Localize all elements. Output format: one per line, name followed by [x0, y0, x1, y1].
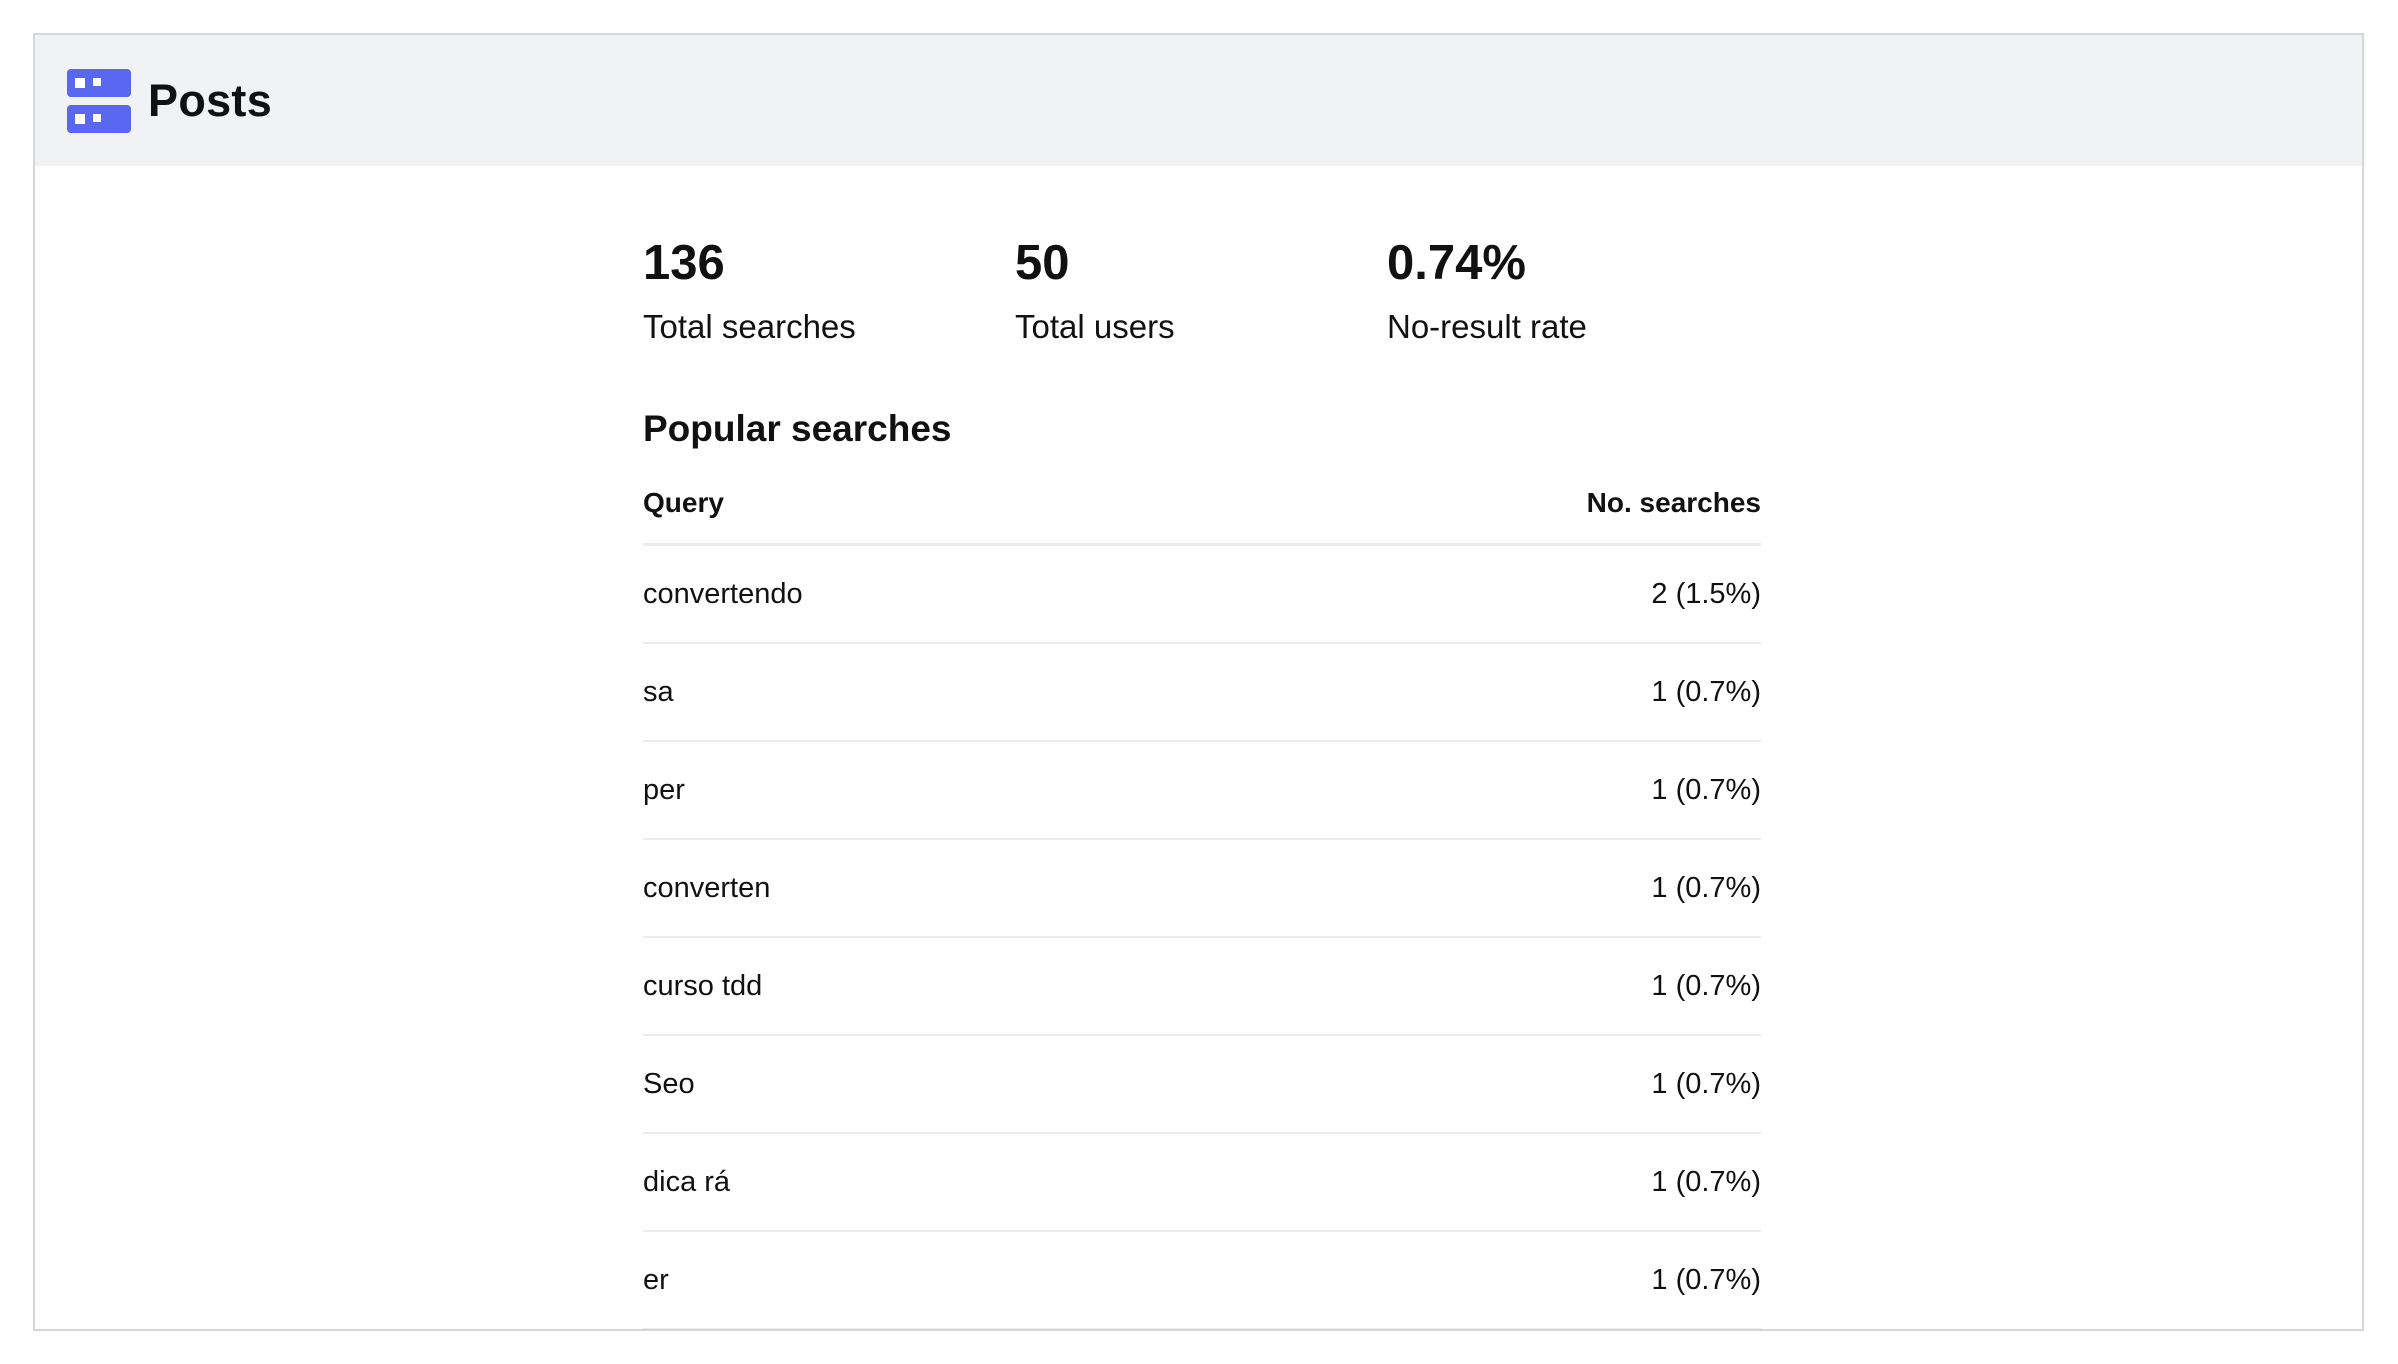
count-cell: 1 (0.7%)	[1177, 937, 1761, 1036]
stat-no-result-rate: 0.74% No-result rate	[1387, 235, 1759, 347]
popular-searches-title: Popular searches	[643, 408, 952, 449]
stat-label: Total searches	[643, 308, 856, 345]
query-cell: converten	[643, 839, 1178, 938]
query-cell: per	[643, 741, 1178, 840]
panel-header: Posts	[35, 35, 2362, 166]
column-header-query: Query	[643, 475, 1178, 546]
stat-label: No-result rate	[1387, 308, 1587, 345]
count-cell: 2 (1.5%)	[1177, 544, 1761, 644]
count-cell: 1 (0.7%)	[1177, 643, 1761, 742]
table-row: per 1 (0.7%)	[643, 741, 1761, 840]
analytics-content: 136 Total searches 50 Total users 0.74% …	[643, 166, 1761, 1329]
count-cell: 1 (0.7%)	[1177, 1231, 1761, 1329]
page-title: Posts	[148, 74, 273, 126]
stat-value: 136	[643, 236, 725, 290]
count-cell: 1 (0.7%)	[1177, 839, 1761, 938]
column-header-count: No. searches	[1177, 475, 1761, 546]
table-row: converten 1 (0.7%)	[643, 839, 1761, 938]
stats-row: 136 Total searches 50 Total users 0.74% …	[643, 235, 1761, 347]
stat-value: 0.74%	[1387, 236, 1526, 290]
query-cell: curso tdd	[643, 937, 1178, 1036]
stat-value: 50	[1015, 236, 1070, 290]
stat-label: Total users	[1015, 308, 1175, 345]
table-header-row: Query No. searches	[643, 475, 1761, 546]
query-cell: dica rá	[643, 1133, 1178, 1232]
query-cell: Seo	[643, 1035, 1178, 1134]
query-cell: sa	[643, 643, 1178, 742]
count-cell: 1 (0.7%)	[1177, 741, 1761, 840]
count-cell: 1 (0.7%)	[1177, 1133, 1761, 1232]
table-row: sa 1 (0.7%)	[643, 643, 1761, 742]
query-cell: er	[643, 1231, 1178, 1329]
stat-total-searches: 136 Total searches	[643, 235, 1015, 347]
count-cell: 1 (0.7%)	[1177, 1035, 1761, 1134]
table-row: er 1 (0.7%)	[643, 1231, 1761, 1329]
index-icon	[67, 68, 131, 133]
query-cell: convertendo	[643, 544, 1178, 644]
popular-searches-table: Query No. searches convertendo 2 (1.5%) …	[643, 475, 1761, 1329]
table-row: curso tdd 1 (0.7%)	[643, 937, 1761, 1036]
posts-panel: Posts 136 Total searches 50 Total users …	[33, 33, 2364, 1331]
table-row: Seo 1 (0.7%)	[643, 1035, 1761, 1134]
table-row: dica rá 1 (0.7%)	[643, 1133, 1761, 1232]
stat-total-users: 50 Total users	[1015, 235, 1387, 347]
table-row: convertendo 2 (1.5%)	[643, 544, 1761, 644]
